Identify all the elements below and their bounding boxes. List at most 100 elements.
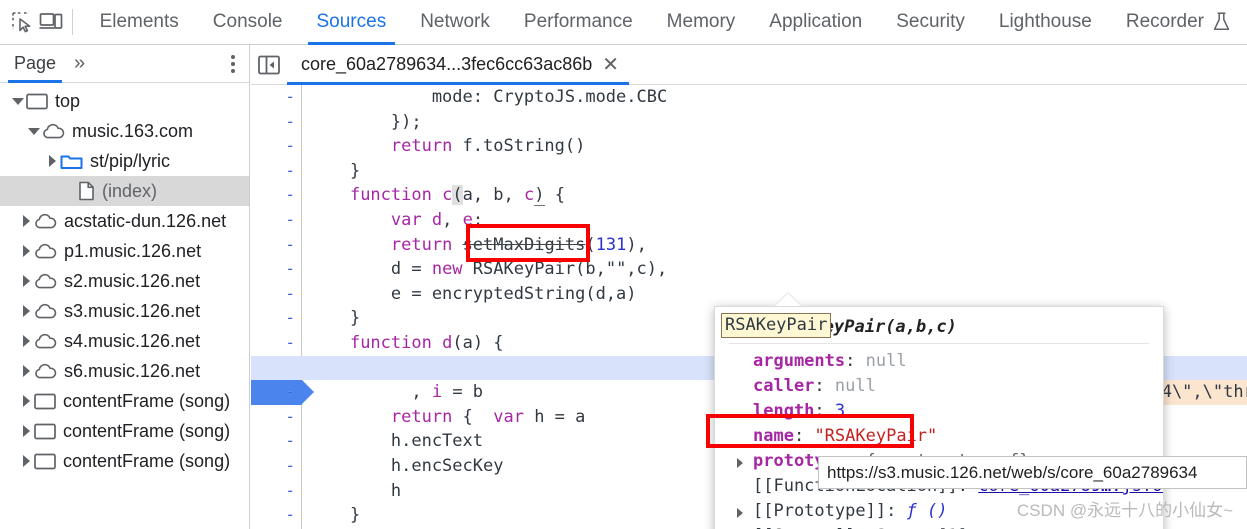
- tree-item-label: contentFrame (song): [63, 420, 231, 441]
- tree-item-index[interactable]: (index): [0, 176, 249, 206]
- code-line[interactable]: - }: [251, 159, 1247, 184]
- gutter-mark: -: [285, 431, 295, 451]
- tree-item-music163[interactable]: music.163.com: [0, 116, 249, 146]
- code-line[interactable]: - d = new RSAKeyPair(b,"",c),: [251, 257, 1247, 282]
- tab-memory[interactable]: Memory: [650, 0, 753, 45]
- popover-row-arguments[interactable]: arguments: null: [715, 349, 1163, 374]
- twisty-collapsed-icon[interactable]: [18, 245, 34, 257]
- tree-item-s6-music[interactable]: s6.music.126.net: [0, 356, 249, 386]
- code-line[interactable]: - function c(a, b, c) {: [251, 183, 1247, 208]
- tab-elements[interactable]: Elements: [83, 0, 196, 45]
- navigator-header: Page »: [0, 45, 249, 83]
- navigator-more-tabs-button[interactable]: »: [66, 52, 91, 75]
- code-line[interactable]: - mode: CryptoJS.mode.CBC: [251, 85, 1247, 110]
- code-line[interactable]: - });: [251, 110, 1247, 135]
- gutter-mark: -: [285, 480, 295, 500]
- tree-item-contentframe-3[interactable]: contentFrame (song): [0, 446, 249, 476]
- property-separator: :: [845, 351, 866, 371]
- gutter-mark: -: [285, 505, 295, 525]
- frame-icon: [34, 423, 56, 440]
- tab-recorder[interactable]: Recorder: [1109, 0, 1247, 45]
- tab-security[interactable]: Security: [879, 0, 982, 45]
- property-separator: :: [814, 401, 835, 421]
- tree-item-label: contentFrame (song): [63, 390, 231, 411]
- gutter-mark: -: [285, 283, 295, 303]
- twisty-collapsed-icon[interactable]: [18, 305, 34, 317]
- tab-application[interactable]: Application: [752, 0, 879, 45]
- twisty-collapsed-icon[interactable]: [18, 215, 34, 227]
- twisty-expanded-icon[interactable]: [26, 127, 42, 135]
- tab-lighthouse[interactable]: Lighthouse: [982, 0, 1109, 45]
- flask-icon: [1213, 12, 1230, 32]
- tree-item-label: s3.music.126.net: [64, 300, 201, 321]
- twisty-collapsed-icon[interactable]: [18, 455, 34, 467]
- property-key: length: [753, 401, 815, 421]
- popover-row-length[interactable]: length: 3: [715, 399, 1163, 424]
- chevron-right-icon[interactable]: [737, 458, 743, 468]
- inspect-element-icon[interactable]: [8, 3, 37, 41]
- document-icon: [78, 181, 95, 201]
- tree-item-top[interactable]: top: [0, 86, 249, 116]
- tab-network-label: Network: [420, 11, 490, 32]
- toolbar-divider: [71, 9, 73, 35]
- tree-item-s3-music[interactable]: s3.music.126.net: [0, 296, 249, 326]
- tree-item-label: s4.music.126.net: [64, 330, 201, 351]
- tree-item-contentframe-1[interactable]: contentFrame (song): [0, 386, 249, 416]
- popover-row-caller[interactable]: caller: null: [715, 374, 1163, 399]
- tab-console-label: Console: [212, 11, 283, 32]
- twisty-collapsed-icon[interactable]: [44, 155, 60, 167]
- tab-memory-label: Memory: [666, 11, 736, 32]
- device-toolbar-icon[interactable]: [37, 3, 66, 41]
- tab-network[interactable]: Network: [403, 0, 507, 45]
- gutter-mark: -: [285, 455, 295, 475]
- watermark: CSDN @永远十八的小仙女~: [1016, 501, 1233, 520]
- gutter-mark: -: [285, 259, 295, 279]
- navigator-more-options-icon[interactable]: [231, 54, 235, 73]
- tab-performance[interactable]: Performance: [507, 0, 650, 45]
- property-value: ƒ (): [906, 501, 948, 521]
- chevron-right-icon[interactable]: [737, 508, 743, 518]
- twisty-collapsed-icon[interactable]: [18, 275, 34, 287]
- code-line[interactable]: - e = encryptedString(d,a): [251, 282, 1247, 307]
- devtools-window: Elements Console Sources Network Perform…: [0, 0, 1247, 529]
- tree-item-p1-music[interactable]: p1.music.126.net: [0, 236, 249, 266]
- hovered-token-rsakeypair[interactable]: RSAKeyPair: [721, 313, 832, 338]
- tree-item-s2-music[interactable]: s2.music.126.net: [0, 266, 249, 296]
- twisty-collapsed-icon[interactable]: [18, 335, 34, 347]
- property-value: null: [865, 351, 907, 371]
- tab-performance-label: Performance: [523, 11, 633, 32]
- tree-item-st-pip-lyric[interactable]: st/pip/lyric: [0, 146, 249, 176]
- tab-console[interactable]: Console: [196, 0, 300, 45]
- gutter-mark: -: [285, 332, 295, 352]
- gutter-mark: -: [285, 209, 295, 229]
- tree-item-contentframe-2[interactable]: contentFrame (song): [0, 416, 249, 446]
- navigator-tab-page[interactable]: Page: [0, 45, 66, 83]
- twisty-collapsed-icon[interactable]: [18, 395, 34, 407]
- cloud-icon: [34, 333, 57, 350]
- toggle-navigator-icon[interactable]: [251, 45, 287, 85]
- gutter-mark: -: [285, 136, 295, 156]
- twisty-expanded-icon[interactable]: [10, 97, 26, 105]
- tab-sources[interactable]: Sources: [300, 0, 404, 45]
- popover-row-name[interactable]: name: "RSAKeyPair": [715, 424, 1163, 449]
- tree-item-s4-music[interactable]: s4.music.126.net: [0, 326, 249, 356]
- gutter-mark: -: [285, 406, 295, 426]
- code-line[interactable]: - var d, e;: [251, 208, 1247, 233]
- tree-item-acstatic-dun[interactable]: acstatic-dun.126.net: [0, 206, 249, 236]
- code-line[interactable]: - return setMaxDigits(131),: [251, 233, 1247, 258]
- page-file-tree: top music.163.com st/pip/lyric (index) a…: [0, 83, 249, 476]
- tree-item-label: p1.music.126.net: [64, 240, 202, 261]
- tree-item-label: top: [55, 90, 81, 111]
- editor-file-tab[interactable]: core_60a2789634...3fec6cc63ac86b ✕: [287, 45, 629, 85]
- property-key: caller: [753, 376, 815, 396]
- gutter-mark: -: [285, 87, 295, 106]
- folder-blue-icon: [60, 153, 83, 170]
- tree-item-label: contentFrame (song): [63, 450, 231, 471]
- frame-icon: [34, 393, 56, 410]
- code-line[interactable]: - return f.toString(): [251, 134, 1247, 159]
- gutter-mark: -: [285, 382, 295, 402]
- twisty-collapsed-icon[interactable]: [18, 425, 34, 437]
- twisty-collapsed-icon[interactable]: [18, 365, 34, 377]
- popover-row-scopes[interactable]: [[Scopes]]: Scopes[1]: [715, 524, 1163, 529]
- close-icon[interactable]: ✕: [602, 55, 619, 75]
